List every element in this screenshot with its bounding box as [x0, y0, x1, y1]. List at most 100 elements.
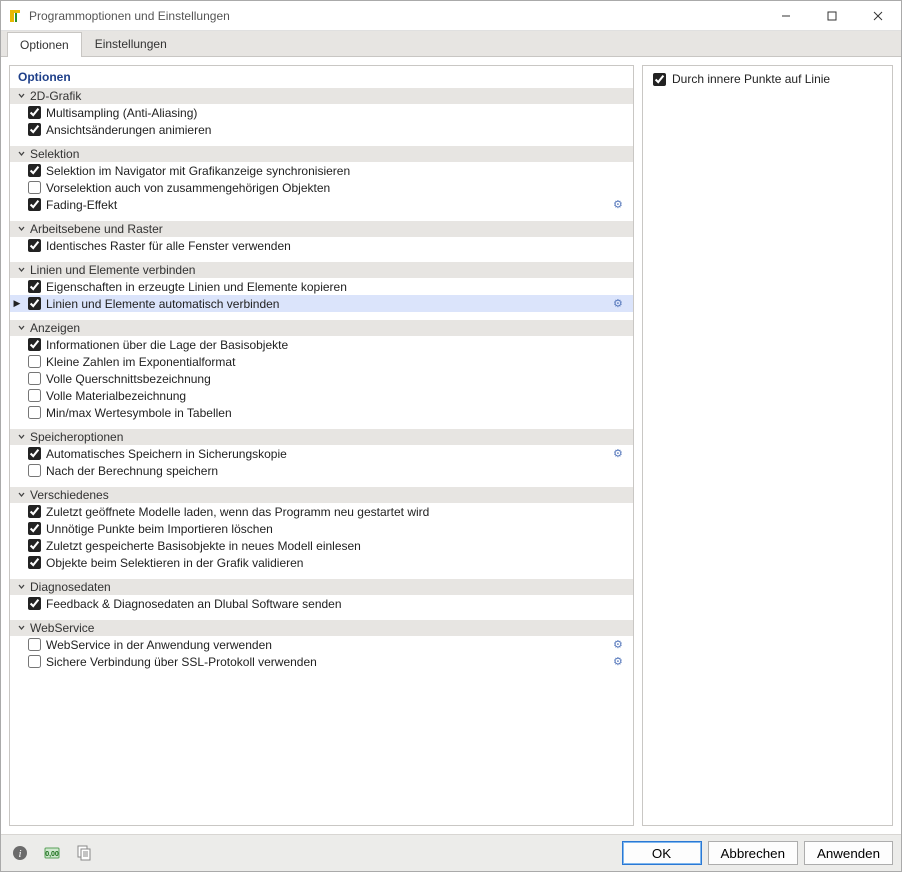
current-row-marker: ▶ [10, 298, 24, 309]
grp-diagnosedaten-header[interactable]: Diagnosedaten [10, 579, 633, 595]
opt-identisches-raster-checkbox[interactable] [28, 239, 41, 252]
opt-volle-material-label: Volle Materialbezeichnung [44, 389, 613, 403]
grp-speicheroptionen-label: Speicheroptionen [28, 430, 629, 444]
opt-volle-material[interactable]: Volle Materialbezeichnung [10, 387, 633, 404]
grp-linien-elemente-header[interactable]: Linien und Elemente verbinden [10, 262, 633, 278]
grp-webservice-header[interactable]: WebService [10, 620, 633, 636]
opt-feedback-senden-checkbox[interactable] [28, 597, 41, 610]
opt-multisampling[interactable]: Multisampling (Anti-Aliasing) [10, 104, 633, 121]
opt-basisobjekte-einlesen[interactable]: Zuletzt gespeicherte Basisobjekte in neu… [10, 537, 633, 554]
opt-ansichtsaenderungen-animieren-checkbox[interactable] [28, 123, 41, 136]
footer-toolbar: i 0,00 [9, 842, 95, 864]
opt-volle-querschnitt[interactable]: Volle Querschnittsbezeichnung [10, 370, 633, 387]
grp-verschiedenes-label: Verschiedenes [28, 488, 629, 502]
opt-volle-querschnitt-checkbox[interactable] [28, 372, 41, 385]
options-tree[interactable]: Optionen 2D-GrafikMultisampling (Anti-Al… [9, 65, 634, 826]
opt-nach-berechnung-speichern-label: Nach der Berechnung speichern [44, 464, 613, 478]
opt-objekte-validieren[interactable]: Objekte beim Selektieren in der Grafik v… [10, 554, 633, 571]
opt-identisches-raster[interactable]: Identisches Raster für alle Fenster verw… [10, 237, 633, 254]
opt-objekte-validieren-checkbox[interactable] [28, 556, 41, 569]
tab-optionen[interactable]: Optionen [7, 32, 82, 57]
units-icon[interactable]: 0,00 [41, 842, 63, 864]
gear-icon[interactable]: ⚙ [613, 198, 629, 211]
opt-kleine-zahlen-exp[interactable]: Kleine Zahlen im Exponentialformat [10, 353, 633, 370]
chevron-down-icon [14, 323, 28, 334]
tab-strip: Optionen Einstellungen [1, 31, 901, 57]
opt-fading-effekt-checkbox[interactable] [28, 198, 41, 211]
opt-auto-speichern[interactable]: Automatisches Speichern in Sicherungskop… [10, 445, 633, 462]
ok-button[interactable]: OK [622, 841, 702, 865]
opt-minmax-werte-checkbox[interactable] [28, 406, 41, 419]
opt-ansichtsaenderungen-animieren[interactable]: Ansichtsänderungen animieren [10, 121, 633, 138]
gear-icon[interactable]: ⚙ [613, 655, 629, 668]
opt-unnoetige-punkte[interactable]: Unnötige Punkte beim Importieren löschen [10, 520, 633, 537]
opt-auto-speichern-checkbox[interactable] [28, 447, 41, 460]
opt-linien-auto-verbinden-checkbox[interactable] [28, 297, 41, 310]
opt-infos-basisobjekte-label: Informationen über die Lage der Basisobj… [44, 338, 613, 352]
opt-zuletzt-modelle-laden-checkbox[interactable] [28, 505, 41, 518]
opt-multisampling-checkbox[interactable] [28, 106, 41, 119]
help-icon[interactable]: i [9, 842, 31, 864]
opt-objekte-validieren-label: Objekte beim Selektieren in der Grafik v… [44, 556, 613, 570]
opt-ssl-verbindung[interactable]: Sichere Verbindung über SSL-Protokoll ve… [10, 653, 633, 670]
grp-diagnosedaten-label: Diagnosedaten [28, 580, 629, 594]
chevron-down-icon [14, 490, 28, 501]
maximize-button[interactable] [809, 1, 855, 30]
opt-ssl-verbindung-label: Sichere Verbindung über SSL-Protokoll ve… [44, 655, 613, 669]
opt-eigenschaften-kopieren[interactable]: Eigenschaften in erzeugte Linien und Ele… [10, 278, 633, 295]
grp-anzeigen-header[interactable]: Anzeigen [10, 320, 633, 336]
grp-verschiedenes-header[interactable]: Verschiedenes [10, 487, 633, 503]
cancel-button[interactable]: Abbrechen [708, 841, 798, 865]
opt-durch-innere-punkte-label: Durch innere Punkte auf Linie [672, 72, 830, 86]
copy-icon[interactable] [73, 842, 95, 864]
opt-unnoetige-punkte-checkbox[interactable] [28, 522, 41, 535]
panel-title: Optionen [10, 66, 633, 86]
opt-kleine-zahlen-exp-checkbox[interactable] [28, 355, 41, 368]
opt-webservice-verwenden-label: WebService in der Anwendung verwenden [44, 638, 613, 652]
opt-volle-material-checkbox[interactable] [28, 389, 41, 402]
opt-kleine-zahlen-exp-label: Kleine Zahlen im Exponentialformat [44, 355, 613, 369]
opt-infos-basisobjekte-checkbox[interactable] [28, 338, 41, 351]
grp-arbeitsebene-header[interactable]: Arbeitsebene und Raster [10, 221, 633, 237]
grp-2d-grafik-header[interactable]: 2D-Grafik [10, 88, 633, 104]
opt-nach-berechnung-speichern-checkbox[interactable] [28, 464, 41, 477]
titlebar: Programmoptionen und Einstellungen [1, 1, 901, 31]
opt-navigator-sync[interactable]: Selektion im Navigator mit Grafikanzeige… [10, 162, 633, 179]
opt-linien-auto-verbinden-label: Linien und Elemente automatisch verbinde… [44, 297, 613, 311]
opt-nach-berechnung-speichern[interactable]: Nach der Berechnung speichern [10, 462, 633, 479]
window-title: Programmoptionen und Einstellungen [29, 9, 763, 23]
grp-speicheroptionen-header[interactable]: Speicheroptionen [10, 429, 633, 445]
opt-durch-innere-punkte[interactable]: Durch innere Punkte auf Linie [653, 72, 882, 86]
opt-webservice-verwenden[interactable]: WebService in der Anwendung verwenden⚙ [10, 636, 633, 653]
opt-basisobjekte-einlesen-checkbox[interactable] [28, 539, 41, 552]
opt-zuletzt-modelle-laden[interactable]: Zuletzt geöffnete Modelle laden, wenn da… [10, 503, 633, 520]
minimize-button[interactable] [763, 1, 809, 30]
gear-icon[interactable]: ⚙ [613, 638, 629, 651]
apply-button[interactable]: Anwenden [804, 841, 893, 865]
opt-navigator-sync-checkbox[interactable] [28, 164, 41, 177]
opt-eigenschaften-kopieren-checkbox[interactable] [28, 280, 41, 293]
close-button[interactable] [855, 1, 901, 30]
opt-feedback-senden[interactable]: Feedback & Diagnosedaten an Dlubal Softw… [10, 595, 633, 612]
opt-ssl-verbindung-checkbox[interactable] [28, 655, 41, 668]
options-window: Programmoptionen und Einstellungen Optio… [0, 0, 902, 872]
tab-einstellungen[interactable]: Einstellungen [82, 31, 180, 56]
grp-linien-elemente-label: Linien und Elemente verbinden [28, 263, 629, 277]
opt-vorselektion[interactable]: Vorselektion auch von zusammengehörigen … [10, 179, 633, 196]
gear-icon[interactable]: ⚙ [613, 297, 629, 310]
chevron-down-icon [14, 432, 28, 443]
grp-selektion-header[interactable]: Selektion [10, 146, 633, 162]
opt-feedback-senden-label: Feedback & Diagnosedaten an Dlubal Softw… [44, 597, 613, 611]
opt-minmax-werte[interactable]: Min/max Wertesymbole in Tabellen [10, 404, 633, 421]
grp-webservice-label: WebService [28, 621, 629, 635]
opt-fading-effekt[interactable]: Fading-Effekt⚙ [10, 196, 633, 213]
opt-vorselektion-checkbox[interactable] [28, 181, 41, 194]
app-icon [7, 8, 23, 24]
chevron-down-icon [14, 265, 28, 276]
opt-durch-innere-punkte-checkbox[interactable] [653, 73, 666, 86]
opt-linien-auto-verbinden[interactable]: ▶ Linien und Elemente automatisch verbind… [10, 295, 633, 312]
opt-zuletzt-modelle-laden-label: Zuletzt geöffnete Modelle laden, wenn da… [44, 505, 613, 519]
opt-webservice-verwenden-checkbox[interactable] [28, 638, 41, 651]
gear-icon[interactable]: ⚙ [613, 447, 629, 460]
opt-infos-basisobjekte[interactable]: Informationen über die Lage der Basisobj… [10, 336, 633, 353]
